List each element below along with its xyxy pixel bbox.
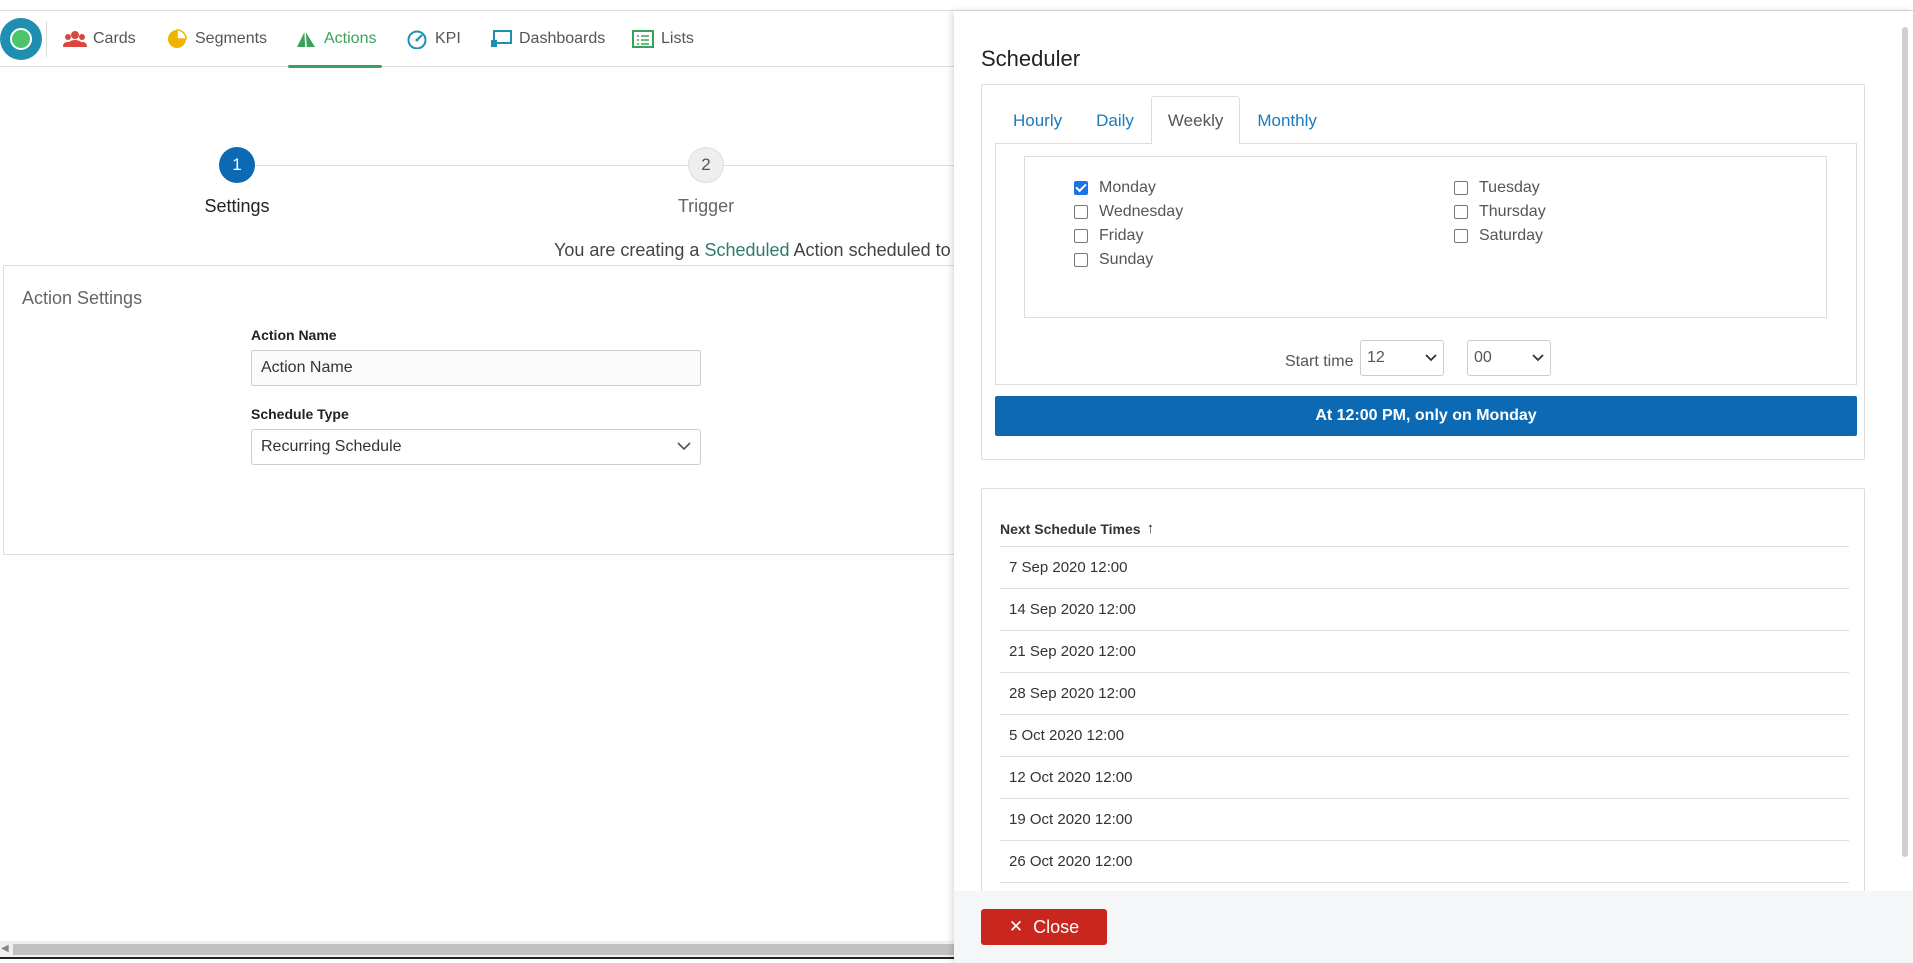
nav-item-segments[interactable]: Segments <box>165 11 267 67</box>
table-row: 5 Oct 2020 12:00 <box>1000 715 1849 757</box>
nav-label: Lists <box>661 30 694 47</box>
users-icon <box>63 29 87 49</box>
day-label: Sunday <box>1099 251 1154 268</box>
frequency-tabs: Hourly Daily Weekly Monthly <box>996 96 1334 144</box>
day-checkbox-thursday[interactable]: Thursday <box>1454 203 1546 221</box>
close-label: Close <box>1033 916 1080 937</box>
day-checkbox-monday[interactable]: Monday <box>1074 179 1156 197</box>
next-times-header[interactable]: Next Schedule Times ↑ <box>1000 520 1154 537</box>
nav-label: Segments <box>195 30 268 47</box>
gauge-icon <box>405 29 429 49</box>
tab-weekly[interactable]: Weekly <box>1150 96 1241 144</box>
chevron-down-icon <box>1532 349 1544 367</box>
nav-item-lists[interactable]: Lists <box>631 11 694 67</box>
step-2-indicator[interactable]: 2 <box>688 147 724 183</box>
tab-hourly[interactable]: Hourly <box>996 96 1079 144</box>
minute-select[interactable]: 00 <box>1467 340 1551 376</box>
day-label: Friday <box>1099 227 1144 244</box>
scroll-left-icon[interactable]: ◀ <box>1 943 9 954</box>
table-row: 19 Oct 2020 12:00 <box>1000 799 1849 841</box>
schedule-type-select[interactable]: Recurring Schedule <box>251 429 701 465</box>
table-row: 28 Sep 2020 12:00 <box>1000 673 1849 715</box>
nav-divider <box>46 21 47 57</box>
scrollbar-thumb[interactable] <box>13 944 954 955</box>
checkbox[interactable] <box>1454 181 1468 195</box>
day-label: Saturday <box>1479 227 1544 244</box>
checkbox[interactable] <box>1074 253 1088 267</box>
nav-item-cards[interactable]: Cards <box>63 11 136 67</box>
day-label: Monday <box>1099 179 1156 196</box>
day-checkbox-saturday[interactable]: Saturday <box>1454 227 1543 245</box>
checkbox[interactable] <box>1074 229 1088 243</box>
day-label: Wednesday <box>1099 203 1184 220</box>
table-row: 21 Sep 2020 12:00 <box>1000 631 1849 673</box>
start-time-label: Start time <box>1285 353 1354 370</box>
nav-item-kpi[interactable]: KPI <box>405 11 461 67</box>
vertical-scrollbar[interactable] <box>1902 27 1908 857</box>
next-schedule-times-card: Next Schedule Times ↑ 7 Sep 2020 12:00 1… <box>981 488 1865 908</box>
nav-label: Actions <box>324 30 377 47</box>
day-label: Tuesday <box>1479 179 1540 196</box>
nav-label: KPI <box>435 30 461 47</box>
nav-item-actions[interactable]: Actions <box>287 11 383 68</box>
scheduler-card: Hourly Daily Weekly Monthly Monday Wedne… <box>981 84 1865 460</box>
action-settings-card: Action Settings Action Name Action Name … <box>3 265 963 555</box>
day-checkbox-sunday[interactable]: Sunday <box>1074 251 1153 269</box>
action-name-label: Action Name <box>251 327 337 343</box>
schedule-type-value: Recurring Schedule <box>261 438 402 455</box>
nav-item-dashboards[interactable]: Dashboards <box>489 11 605 67</box>
table-row: 14 Sep 2020 12:00 <box>1000 589 1849 631</box>
hour-select[interactable]: 12 <box>1360 340 1444 376</box>
checkbox[interactable] <box>1454 205 1468 219</box>
tab-monthly[interactable]: Monthly <box>1240 96 1334 144</box>
day-label: Thursday <box>1479 203 1546 220</box>
dashboard-icon <box>489 29 513 49</box>
top-navigation: Cards Segments Actions KPI Dashboards Li… <box>0 11 954 68</box>
list-icon <box>631 29 655 49</box>
day-checkbox-wednesday[interactable]: Wednesday <box>1074 203 1183 221</box>
info-prefix: You are creating a <box>554 240 705 260</box>
hour-value: 12 <box>1367 349 1385 366</box>
info-suffix: Action scheduled to r <box>789 240 962 260</box>
horizontal-scrollbar[interactable]: ◀ <box>0 941 954 957</box>
next-times-list: 7 Sep 2020 12:00 14 Sep 2020 12:00 21 Se… <box>1000 546 1849 883</box>
weekly-tab-pane: Monday Wednesday Friday Sunday Tuesday T… <box>995 143 1857 385</box>
stepper-line <box>237 165 957 166</box>
close-icon: ✕ <box>1008 917 1024 936</box>
sort-ascending-icon[interactable]: ↑ <box>1147 520 1155 537</box>
step-1-label: Settings <box>204 196 270 216</box>
action-info-text: You are creating a Scheduled Action sche… <box>554 240 962 261</box>
minute-value: 00 <box>1474 349 1492 366</box>
checkbox[interactable] <box>1074 181 1088 195</box>
card-title: Action Settings <box>22 288 143 308</box>
panel-title: Scheduler <box>981 46 1081 71</box>
day-checkbox-friday[interactable]: Friday <box>1074 227 1143 245</box>
scheduler-panel: Scheduler Hourly Daily Weekly Monthly Mo… <box>954 11 1913 963</box>
close-button[interactable]: ✕ Close <box>981 909 1107 945</box>
step-1-indicator[interactable]: 1 <box>219 147 255 183</box>
table-row: 12 Oct 2020 12:00 <box>1000 757 1849 799</box>
pie-chart-icon <box>165 29 189 49</box>
chevron-down-icon <box>677 438 691 456</box>
send-icon <box>294 29 318 49</box>
bottom-edge <box>0 957 954 963</box>
day-checkbox-tuesday[interactable]: Tuesday <box>1454 179 1540 197</box>
app-logo[interactable] <box>0 18 42 60</box>
action-name-input[interactable]: Action Name <box>251 350 701 386</box>
table-row: 7 Sep 2020 12:00 <box>1000 547 1849 589</box>
schedule-summary: At 12:00 PM, only on Monday <box>995 396 1857 436</box>
table-row: 26 Oct 2020 12:00 <box>1000 841 1849 883</box>
weekday-selector: Monday Wednesday Friday Sunday Tuesday T… <box>1024 156 1827 318</box>
tab-daily[interactable]: Daily <box>1079 96 1151 144</box>
nav-label: Dashboards <box>519 30 606 47</box>
nav-label: Cards <box>93 30 136 47</box>
next-times-header-label: Next Schedule Times <box>1000 520 1141 537</box>
schedule-type-label: Schedule Type <box>251 406 349 422</box>
checkbox[interactable] <box>1454 229 1468 243</box>
checkbox[interactable] <box>1074 205 1088 219</box>
chevron-down-icon <box>1425 349 1437 367</box>
step-2-label: Trigger <box>677 196 735 216</box>
info-highlight: Scheduled <box>704 240 790 260</box>
top-border <box>0 0 1913 11</box>
